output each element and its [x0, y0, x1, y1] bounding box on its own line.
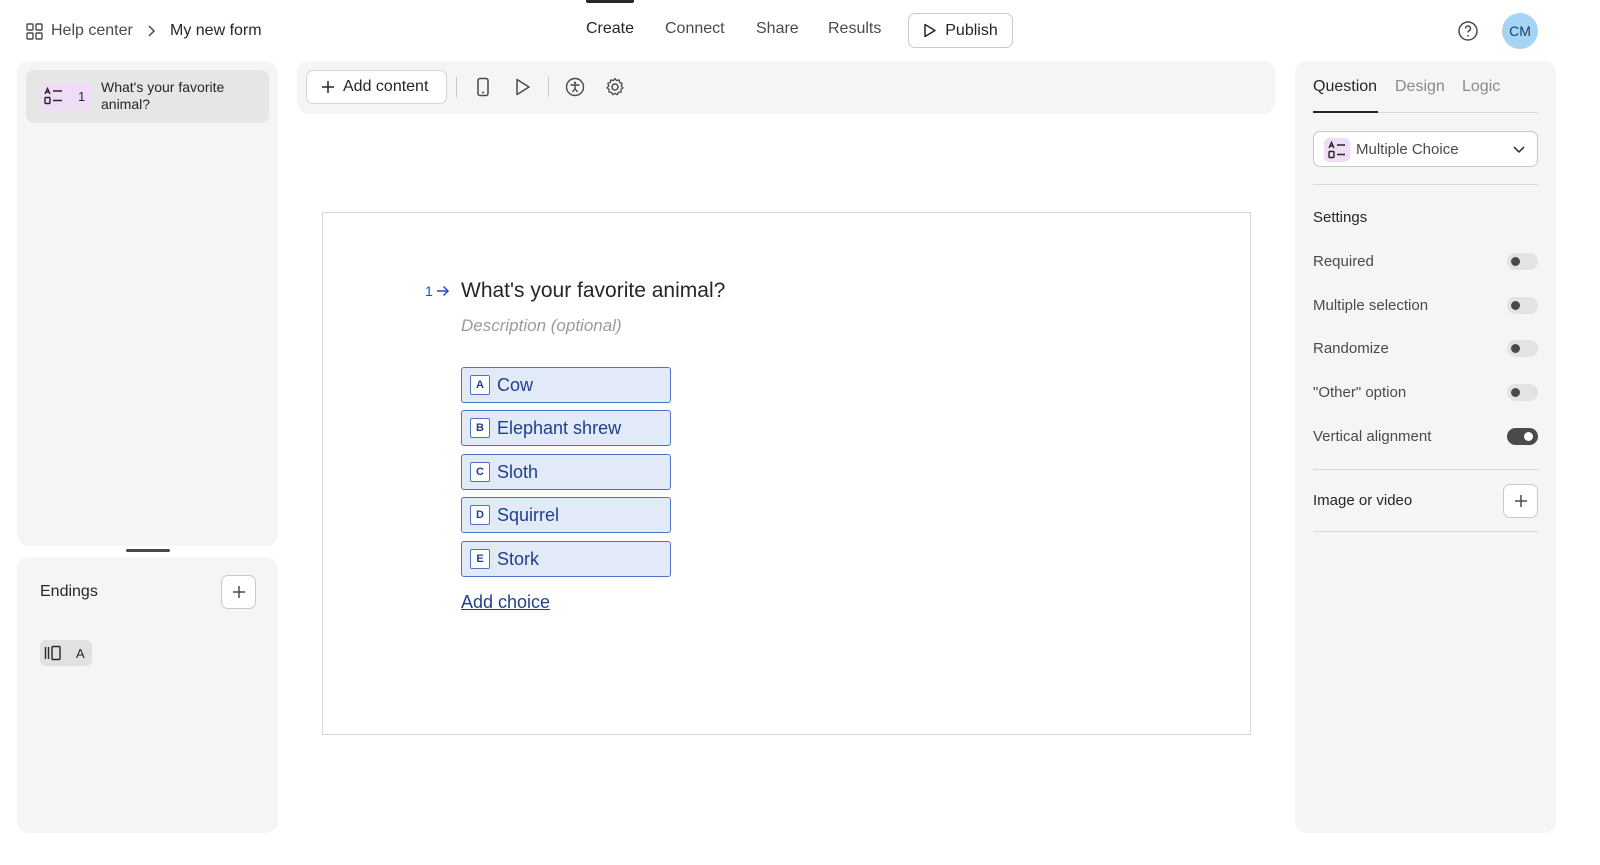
canvas-question-number: 1 — [425, 283, 433, 299]
choice-label: Stork — [497, 549, 540, 569]
settings-heading: Settings — [1313, 209, 1368, 226]
image-or-video-heading: Image or video — [1313, 492, 1413, 509]
panel-resize-handle[interactable] — [126, 549, 170, 552]
choice-key: A — [470, 375, 490, 395]
setting-randomize-label: Randomize — [1313, 340, 1389, 357]
arrow-right-icon — [436, 285, 450, 297]
plus-icon — [232, 585, 246, 599]
active-tab-indicator — [1313, 111, 1378, 113]
choice-key: E — [470, 549, 490, 569]
play-icon — [923, 23, 937, 38]
vertical-alignment-toggle[interactable] — [1507, 428, 1538, 445]
mobile-preview-icon[interactable] — [473, 77, 493, 97]
choice-option[interactable]: B Elephant shrew — [461, 410, 671, 446]
add-content-label: Add content — [343, 78, 429, 95]
tab-create[interactable]: Create — [586, 20, 634, 38]
ending-letter: A — [76, 646, 85, 661]
question-number: 1 — [78, 89, 86, 104]
chevron-down-icon — [1512, 142, 1526, 156]
chevron-right-icon — [146, 24, 158, 38]
tab-share[interactable]: Share — [756, 20, 799, 38]
add-media-button[interactable] — [1503, 484, 1538, 518]
divider — [1313, 469, 1538, 470]
top-header: Help center My new form Create Connect S… — [0, 0, 1600, 62]
tab-results[interactable]: Results — [828, 20, 881, 38]
tab-design[interactable]: Design — [1395, 78, 1445, 96]
toolbar-divider — [548, 77, 549, 97]
breadcrumb-form-name[interactable]: My new form — [170, 19, 262, 43]
question-type-label: Multiple Choice — [1356, 141, 1459, 158]
settings-gear-icon[interactable] — [605, 77, 625, 97]
plus-icon — [1514, 494, 1528, 508]
grid-icon — [26, 22, 43, 40]
form-name-label: My new form — [170, 22, 262, 39]
choice-label: Elephant shrew — [497, 418, 622, 438]
tab-connect[interactable]: Connect — [665, 20, 725, 38]
randomize-toggle[interactable] — [1507, 340, 1538, 357]
tab-logic[interactable]: Logic — [1462, 78, 1500, 96]
divider — [1313, 184, 1538, 185]
choice-key: B — [470, 418, 490, 438]
question-title-input[interactable]: What's your favorite animal? — [461, 279, 725, 303]
play-preview-icon[interactable] — [512, 77, 532, 97]
question-list-title: What's your favorite animal? — [101, 79, 225, 112]
breadcrumb-workspace[interactable]: Help center — [26, 19, 133, 43]
question-number-indicator: 1 — [425, 283, 450, 299]
accessibility-icon[interactable] — [565, 77, 585, 97]
choice-label: Squirrel — [497, 505, 560, 525]
setting-other-option-label: "Other" option — [1313, 384, 1407, 401]
divider — [1313, 531, 1538, 532]
add-ending-button[interactable] — [221, 575, 256, 609]
toolbar-divider — [456, 77, 457, 97]
multiple-choice-icon — [1324, 138, 1350, 162]
choice-option[interactable]: D Squirrel — [461, 497, 671, 533]
active-tab-indicator — [586, 0, 634, 3]
description-input[interactable]: Description (optional) — [461, 316, 622, 336]
choice-option[interactable]: C Sloth — [461, 454, 671, 490]
question-type-select[interactable]: Multiple Choice — [1313, 131, 1538, 167]
publish-button[interactable]: Publish — [908, 13, 1013, 48]
multiple-selection-toggle[interactable] — [1507, 297, 1538, 314]
breadcrumb-workspace-label: Help center — [51, 22, 133, 39]
plus-icon — [321, 80, 335, 94]
properties-panel — [1295, 61, 1556, 833]
add-choice-link[interactable]: Add choice — [461, 592, 550, 613]
choice-key: C — [470, 462, 490, 482]
setting-required-label: Required — [1313, 253, 1374, 270]
publish-label: Publish — [945, 21, 998, 39]
required-toggle[interactable] — [1507, 253, 1538, 270]
choice-option[interactable]: E Stork — [461, 541, 671, 577]
tab-question[interactable]: Question — [1313, 78, 1377, 96]
questions-panel — [17, 61, 278, 546]
help-icon[interactable] — [1456, 19, 1480, 43]
ending-icon — [44, 645, 62, 661]
add-content-button[interactable]: Add content — [306, 70, 447, 104]
choice-label: Sloth — [497, 462, 539, 482]
multiple-choice-icon — [44, 87, 64, 105]
avatar-initials: CM — [1509, 23, 1531, 39]
choice-key: D — [470, 505, 490, 525]
other-option-toggle[interactable] — [1507, 384, 1538, 401]
user-avatar[interactable]: CM — [1502, 13, 1538, 49]
setting-multiple-selection-label: Multiple selection — [1313, 297, 1429, 314]
endings-heading: Endings — [40, 583, 98, 600]
setting-vertical-alignment-label: Vertical alignment — [1313, 428, 1432, 445]
choice-label: Cow — [497, 375, 534, 395]
choice-option[interactable]: A Cow — [461, 367, 671, 403]
